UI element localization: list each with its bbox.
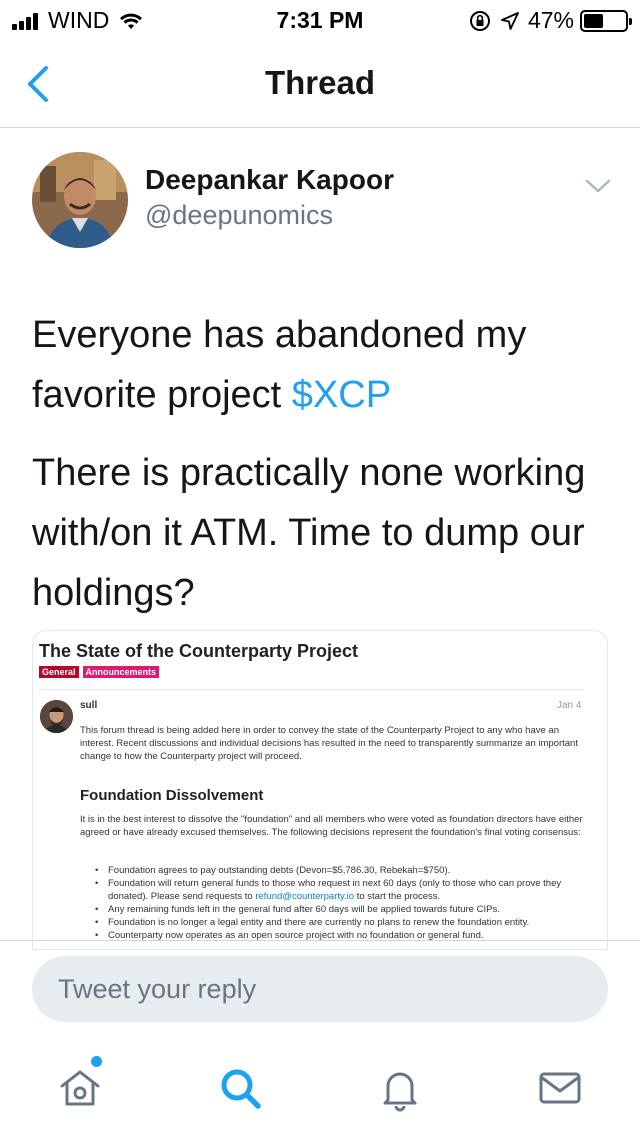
home-icon[interactable] <box>56 1064 104 1112</box>
media-tag: Announcements <box>82 666 160 678</box>
new-content-dot <box>91 1056 102 1067</box>
tweet-media-image[interactable]: The State of the Counterparty Project Ge… <box>32 630 608 950</box>
media-tags: General Announcements <box>39 666 163 678</box>
reply-placeholder: Tweet your reply <box>58 974 257 1004</box>
search-icon[interactable] <box>216 1064 264 1112</box>
media-divider <box>39 689 584 690</box>
media-list-item: Any remaining funds left in the general … <box>95 903 595 916</box>
media-avatar <box>40 700 73 733</box>
author-avatar[interactable] <box>32 152 128 248</box>
author-name[interactable]: Deepankar Kapoor <box>145 164 394 196</box>
tab-bar <box>0 1040 640 1136</box>
media-intro: This forum thread is being added here in… <box>80 725 578 762</box>
media-heading: Foundation Dissolvement <box>80 787 264 804</box>
chevron-down-icon[interactable] <box>585 178 611 194</box>
reply-divider <box>0 940 640 941</box>
author-handle[interactable]: @deepunomics <box>145 200 333 231</box>
media-list: Foundation agrees to pay outstanding deb… <box>95 864 595 942</box>
media-list-item: Foundation is no longer a legal entity a… <box>95 916 595 929</box>
tweet-paragraph-text: Everyone has abandoned my favorite proje… <box>32 314 527 416</box>
battery-icon <box>580 9 632 32</box>
media-list-item: Foundation will return general funds to … <box>95 877 595 903</box>
media-list-item: Foundation agrees to pay outstanding deb… <box>95 864 595 877</box>
media-tag: General <box>39 666 79 678</box>
reply-input[interactable]: Tweet your reply <box>32 956 608 1022</box>
media-list-item-suffix: to start the process. <box>354 891 441 902</box>
media-title: The State of the Counterparty Project <box>39 641 359 661</box>
rotation-lock-icon <box>469 10 490 31</box>
media-body: It is in the best interest to dissolve t… <box>80 814 583 838</box>
location-icon <box>501 11 519 30</box>
tweet-text: Everyone has abandoned my favorite proje… <box>32 305 617 641</box>
status-right: 47% <box>468 7 632 34</box>
messages-icon[interactable] <box>536 1064 584 1112</box>
battery-percent: 47% <box>527 7 574 33</box>
status-bar: WIND 7:31 PM 47% <box>0 0 640 40</box>
nav-bar: Thread <box>0 40 640 128</box>
media-date: Jan 4 <box>557 700 582 711</box>
tweet-paragraph: There is practically none working with/o… <box>32 452 586 614</box>
tweet-paragraph: Everyone has abandoned my favorite proje… <box>32 305 617 425</box>
notifications-icon[interactable] <box>376 1064 424 1112</box>
media-refund-link: refund@counterparty.io <box>255 891 355 902</box>
media-username: sull <box>80 700 98 711</box>
page-title: Thread <box>264 64 376 101</box>
cashtag-link[interactable]: $XCP <box>292 374 391 416</box>
